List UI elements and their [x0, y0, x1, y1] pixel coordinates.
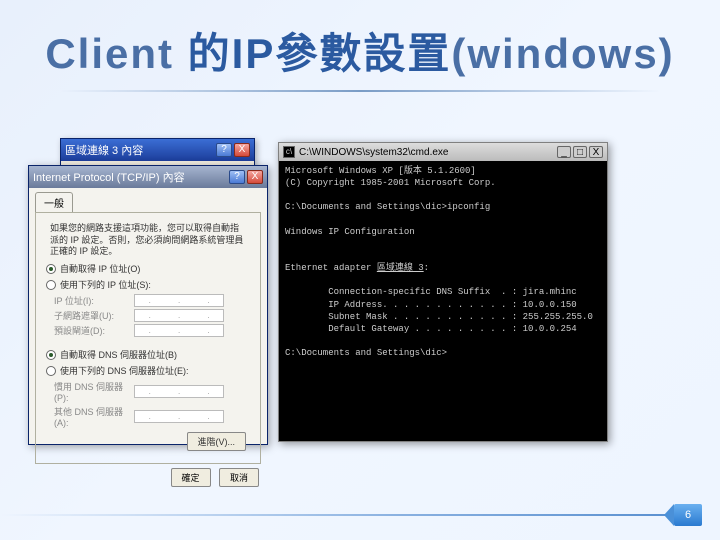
- radio-auto-ip[interactable]: 自動取得 IP 位址(O): [46, 262, 250, 275]
- radio-manual-ip-label: 使用下列的 IP 位址(S):: [60, 278, 151, 291]
- win2-title: Internet Protocol (TCP/IP) 內容: [33, 169, 185, 185]
- cmd-line: Ethernet adapter: [285, 263, 377, 273]
- cmd-colon: :: [424, 263, 429, 273]
- win1-help-button[interactable]: ?: [216, 143, 232, 157]
- field-ip: IP 位址(I): ...: [54, 294, 242, 307]
- field-mask: 子網路遮罩(U): ...: [54, 309, 242, 322]
- radio-manual-ip[interactable]: 使用下列的 IP 位址(S):: [46, 278, 250, 291]
- radio-auto-dns-label: 自動取得 DNS 伺服器位址(B): [60, 348, 177, 361]
- cmd-titlebar[interactable]: c\ C:\WINDOWS\system32\cmd.exe _ □ X: [279, 143, 607, 161]
- dns1-label: 慣用 DNS 伺服器(P):: [54, 380, 134, 403]
- cmd-line: Windows IP Configuration: [285, 227, 415, 237]
- main-groupbox: 如果您的網路支援這項功能，您可以取得自動指派的 IP 設定。否則，您必須詢問網路…: [35, 212, 261, 464]
- radio-dot-icon: [46, 350, 56, 360]
- slide-title: Client 的IP參數設置(windows): [0, 20, 720, 81]
- cancel-button[interactable]: 取消: [219, 468, 259, 487]
- win1-titlebar[interactable]: 區域連線 3 內容 ? X: [61, 139, 254, 161]
- cmd-close-button[interactable]: X: [589, 146, 603, 158]
- cmd-line: Connection-specific DNS Suffix . : jira.…: [285, 287, 577, 297]
- ip-label: IP 位址(I):: [54, 294, 134, 307]
- radio-manual-dns[interactable]: 使用下列的 DNS 伺服器位址(E):: [46, 364, 250, 377]
- cmd-line: Microsoft Windows XP [版本 5.1.2600]: [285, 166, 476, 176]
- network-connection-window: 區域連線 3 內容 ? X: [60, 138, 255, 168]
- title-divider: [60, 90, 660, 92]
- mask-input[interactable]: ...: [134, 309, 224, 322]
- cmd-line: IP Address. . . . . . . . . . . . : 10.0…: [285, 300, 577, 310]
- page-number: 6: [685, 509, 691, 521]
- dns2-label: 其他 DNS 伺服器(A):: [54, 405, 134, 428]
- advanced-button[interactable]: 進階(V)...: [187, 432, 247, 451]
- footer-divider: [0, 514, 674, 516]
- cmd-min-button[interactable]: _: [557, 146, 571, 158]
- cmd-line: C:\Documents and Settings\dic>: [285, 348, 447, 358]
- description-text: 如果您的網路支援這項功能，您可以取得自動指派的 IP 設定。否則，您必須詢問網路…: [50, 223, 246, 258]
- win2-close-button[interactable]: X: [247, 170, 263, 184]
- ip-input[interactable]: ...: [134, 294, 224, 307]
- win1-close-button[interactable]: X: [234, 143, 250, 157]
- field-dns1: 慣用 DNS 伺服器(P): ...: [54, 380, 242, 403]
- radio-manual-dns-label: 使用下列的 DNS 伺服器位址(E):: [60, 364, 189, 377]
- gateway-input[interactable]: ...: [134, 324, 224, 337]
- radio-auto-dns[interactable]: 自動取得 DNS 伺服器位址(B): [46, 348, 250, 361]
- tab-row: 一般: [35, 192, 261, 210]
- cmd-line: C:\Documents and Settings\dic>ipconfig: [285, 202, 490, 212]
- radio-dot-icon: [46, 280, 56, 290]
- page-number-badge: 6: [674, 504, 702, 526]
- cmd-line: Subnet Mask . . . . . . . . . . . : 255.…: [285, 312, 593, 322]
- cmd-adapter-name: 區域連線 3: [377, 263, 424, 273]
- tcpip-properties-window: Internet Protocol (TCP/IP) 內容 ? X 一般 如果您…: [28, 165, 268, 445]
- field-dns2: 其他 DNS 伺服器(A): ...: [54, 405, 242, 428]
- cmd-line: Default Gateway . . . . . . . . . : 10.0…: [285, 324, 577, 334]
- cmd-title: C:\WINDOWS\system32\cmd.exe: [299, 147, 448, 158]
- win2-titlebar[interactable]: Internet Protocol (TCP/IP) 內容 ? X: [29, 166, 267, 188]
- mask-label: 子網路遮罩(U):: [54, 309, 134, 322]
- title-pre: Client: [45, 30, 187, 77]
- title-post: (windows): [451, 30, 674, 77]
- radio-dot-icon: [46, 264, 56, 274]
- cmd-icon: c\: [283, 146, 295, 158]
- radio-auto-ip-label: 自動取得 IP 位址(O): [60, 262, 140, 275]
- cmd-max-button[interactable]: □: [573, 146, 587, 158]
- radio-dot-icon: [46, 366, 56, 376]
- cmd-line: (C) Copyright 1985-2001 Microsoft Corp.: [285, 178, 496, 188]
- win1-title: 區域連線 3 內容: [65, 142, 143, 158]
- field-gateway: 預設閘道(D): ...: [54, 324, 242, 337]
- dns2-input[interactable]: ...: [134, 410, 224, 423]
- cmd-output[interactable]: Microsoft Windows XP [版本 5.1.2600] (C) C…: [279, 161, 607, 363]
- win2-help-button[interactable]: ?: [229, 170, 245, 184]
- ok-button[interactable]: 確定: [171, 468, 211, 487]
- gateway-label: 預設閘道(D):: [54, 324, 134, 337]
- tab-general[interactable]: 一般: [35, 192, 73, 212]
- dns1-input[interactable]: ...: [134, 385, 224, 398]
- cmd-window: c\ C:\WINDOWS\system32\cmd.exe _ □ X Mic…: [278, 142, 608, 442]
- title-mid: 的IP參數設置: [188, 30, 452, 77]
